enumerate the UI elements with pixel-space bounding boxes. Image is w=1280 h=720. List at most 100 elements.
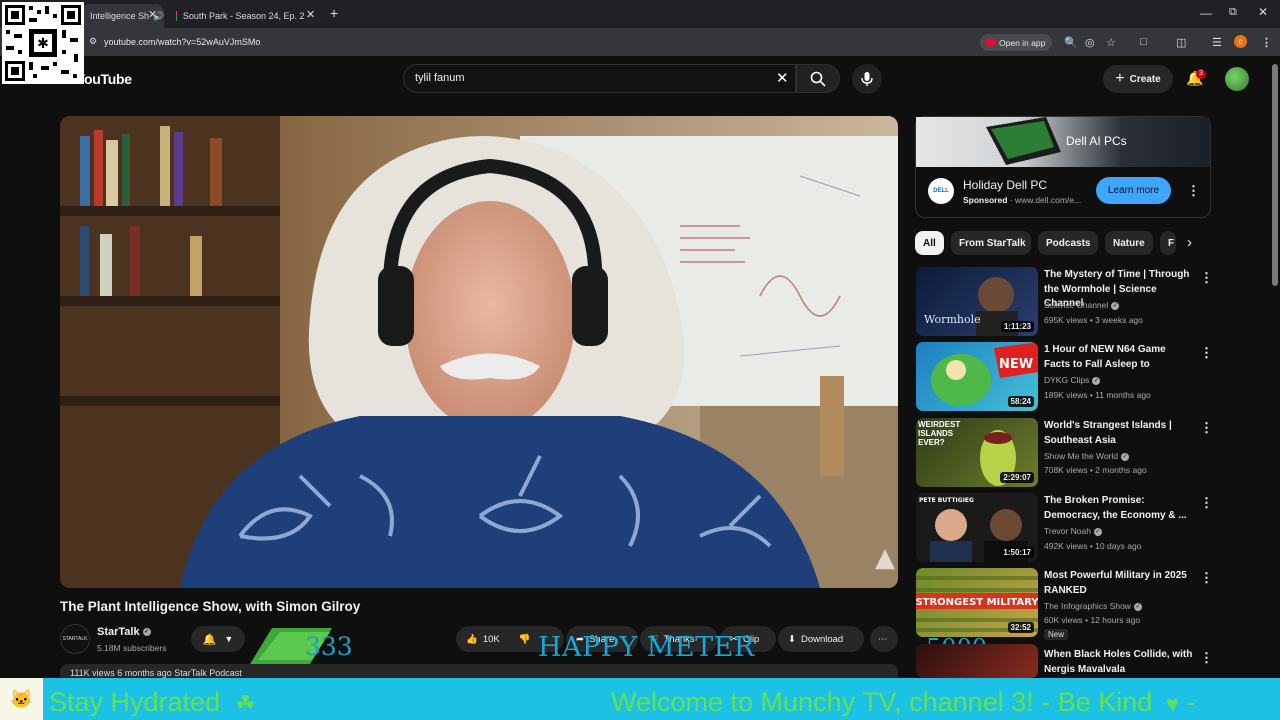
chevron-down-icon: ▼ <box>224 634 234 644</box>
rec-channel[interactable]: The Infographics Show ✓ <box>1044 601 1142 611</box>
tab-label: Intelligence Sh <box>90 11 150 21</box>
rec-title[interactable]: The Broken Promise: Democracy, the Econo… <box>1044 494 1194 523</box>
video-title: The Plant Intelligence Show, with Simon … <box>60 599 361 614</box>
subscribed-button[interactable]: 🔔 ▼ <box>191 626 245 652</box>
rec-thumbnail[interactable]: NEW 58:24 <box>916 342 1038 411</box>
qr-code: ✱ <box>2 2 84 84</box>
site-info-icon[interactable]: ⚙ <box>89 36 97 47</box>
rec-title[interactable]: When Black Holes Collide, with Nergis Ma… <box>1044 648 1194 677</box>
new-tab-icon[interactable]: + <box>330 5 338 21</box>
microphone-icon <box>861 72 873 86</box>
create-button[interactable]: + Create <box>1103 65 1173 93</box>
rec-menu-icon[interactable]: ⋮ <box>1200 270 1213 286</box>
download-button[interactable]: ⬇ Download <box>778 626 864 652</box>
dislike-icon[interactable]: 👎 <box>519 634 531 645</box>
search-query[interactable]: tylil fanum <box>415 72 465 84</box>
rec-channel[interactable]: Show Me the World ✓ <box>1044 451 1130 461</box>
ad-menu-icon[interactable]: ⋮ <box>1187 183 1200 199</box>
youtube-logo[interactable]: YouTube <box>76 71 132 87</box>
rec-title[interactable]: Most Powerful Military in 2025 RANKED <box>1044 569 1194 598</box>
rec-menu-icon[interactable]: ⋮ <box>1200 650 1213 666</box>
more-actions-button[interactable]: ⋯ <box>870 626 898 652</box>
rec-menu-icon[interactable]: ⋮ <box>1200 570 1213 586</box>
notification-count-badge: 3 <box>1196 69 1206 79</box>
open-in-app-label: Open in app <box>999 37 1046 48</box>
channel-avatar[interactable]: STARTALK <box>60 624 90 654</box>
ticker-right-text: Welcome to Munchy TV, channel 3! - Be Ki… <box>611 687 1153 717</box>
rec-menu-icon[interactable]: ⋮ <box>1200 495 1213 511</box>
rec-title[interactable]: 1 Hour of NEW N64 Game Facts to Fall Asl… <box>1044 343 1194 372</box>
voice-search-button[interactable] <box>852 64 882 94</box>
tab-label: South Park - Season 24, Ep. 2 - <box>182 11 310 21</box>
download-icon: ⬇ <box>788 633 796 645</box>
video-duration: 2:29:07 <box>1000 472 1034 483</box>
rec-channel[interactable]: DYKG Clips ✓ <box>1044 375 1101 385</box>
download-label: Download <box>800 633 844 645</box>
verified-icon: ✓ <box>1111 301 1120 310</box>
bookmark-star-icon[interactable]: ☆ <box>1106 36 1116 49</box>
rec-thumbnail[interactable]: STRONGEST MILITARY 32:52 <box>916 568 1038 637</box>
profile-avatar[interactable]: c <box>1234 35 1247 48</box>
bell-icon: 🔔 <box>202 633 217 646</box>
learn-more-button[interactable]: Learn more <box>1096 177 1171 204</box>
search-button[interactable] <box>796 64 840 93</box>
happy-meter-value: 333 <box>305 632 353 661</box>
rec-meta: 492K views • 10 days ago <box>1044 541 1142 551</box>
page-scrollbar[interactable] <box>1272 64 1278 286</box>
rec-channel-text: DYKG Clips <box>1044 375 1090 385</box>
minimize-icon[interactable]: — <box>1200 6 1212 20</box>
rec-title[interactable]: World's Strangest Islands | Southeast As… <box>1044 419 1194 448</box>
chip-nature[interactable]: Nature <box>1105 231 1153 255</box>
sponsored-label: Sponsored <box>963 195 1008 205</box>
verified-icon: ✓ <box>1093 527 1102 536</box>
thumb-text: STRONGEST MILITARY <box>916 597 1038 608</box>
close-window-icon[interactable]: ✕ <box>1258 5 1268 19</box>
rec-menu-icon[interactable]: ⋮ <box>1200 345 1213 361</box>
eye-off-icon[interactable]: ◎ <box>1085 36 1095 49</box>
svg-text:✱: ✱ <box>37 35 49 51</box>
svg-text:▲: ▲ <box>875 543 895 573</box>
clear-search-icon[interactable]: ✕ <box>776 69 789 87</box>
channel-name-text: StarTalk <box>97 626 140 638</box>
account-avatar[interactable] <box>1225 67 1249 91</box>
rec-thumbnail[interactable]: WEIRDEST ISLANDS EVER? 2:29:07 <box>916 418 1038 487</box>
like-count: 10K <box>482 633 500 645</box>
open-in-app-button[interactable]: Open in app <box>980 34 1052 51</box>
dell-logo[interactable]: DELL <box>928 178 954 204</box>
chip-all[interactable]: All <box>915 231 944 255</box>
ticker-text-right: Welcome to Munchy TV, channel 3! - Be Ki… <box>611 687 1195 718</box>
rec-thumbnail[interactable]: Wormhole 1:11:23 <box>916 267 1038 336</box>
extensions-icon[interactable]: □ <box>1140 36 1147 48</box>
verified-icon: ✓ <box>1133 602 1142 611</box>
browser-menu-icon[interactable]: ⋮ <box>1261 36 1272 49</box>
restore-icon[interactable]: ⧉ <box>1229 6 1237 19</box>
chevron-right-icon[interactable]: › <box>1187 234 1192 251</box>
rec-thumbnail[interactable]: PETE BUTTIGIEG 1:50:17 <box>916 493 1038 562</box>
thumb-text: PETE BUTTIGIEG <box>919 497 974 504</box>
media-control-icon[interactable]: ☰ <box>1212 36 1222 49</box>
rec-channel[interactable]: Science Channel ✓ <box>1044 300 1120 310</box>
rec-channel[interactable]: Trevor Noah ✓ <box>1044 526 1102 536</box>
url-text[interactable]: youtube.com/watch?v=52wAuVJmSMo <box>104 37 260 47</box>
youtube-icon <box>986 39 995 46</box>
chip-podcasts[interactable]: Podcasts <box>1038 231 1098 255</box>
ad-banner-image[interactable] <box>916 117 1210 167</box>
rec-thumbnail[interactable] <box>916 644 1038 678</box>
channel-name[interactable]: StarTalk ✓ <box>97 626 151 638</box>
video-duration: 58:24 <box>1007 396 1034 407</box>
happy-meter-label: HAPPY METER <box>538 632 755 663</box>
plus-icon: + <box>1115 70 1125 87</box>
chip-more[interactable]: F <box>1160 231 1176 255</box>
like-icon[interactable]: 👍 <box>466 634 478 645</box>
chip-from-startalk[interactable]: From StarTalk <box>951 231 1031 255</box>
video-player[interactable]: ▲ <box>60 116 898 588</box>
rec-menu-icon[interactable]: ⋮ <box>1200 420 1213 436</box>
split-view-icon[interactable]: ◫ <box>1176 36 1186 49</box>
close-tab-icon[interactable]: ✕ <box>148 8 157 21</box>
ad-title[interactable]: Holiday Dell PC <box>963 178 1047 192</box>
zoom-icon[interactable]: 🔍 <box>1064 36 1078 49</box>
close-tab-icon[interactable]: ✕ <box>306 8 315 21</box>
rec-channel-text: Trevor Noah <box>1044 526 1091 536</box>
verified-icon: ✓ <box>142 628 151 637</box>
tab-south-park[interactable]: South Park - Season 24, Ep. 2 - <box>168 4 318 28</box>
